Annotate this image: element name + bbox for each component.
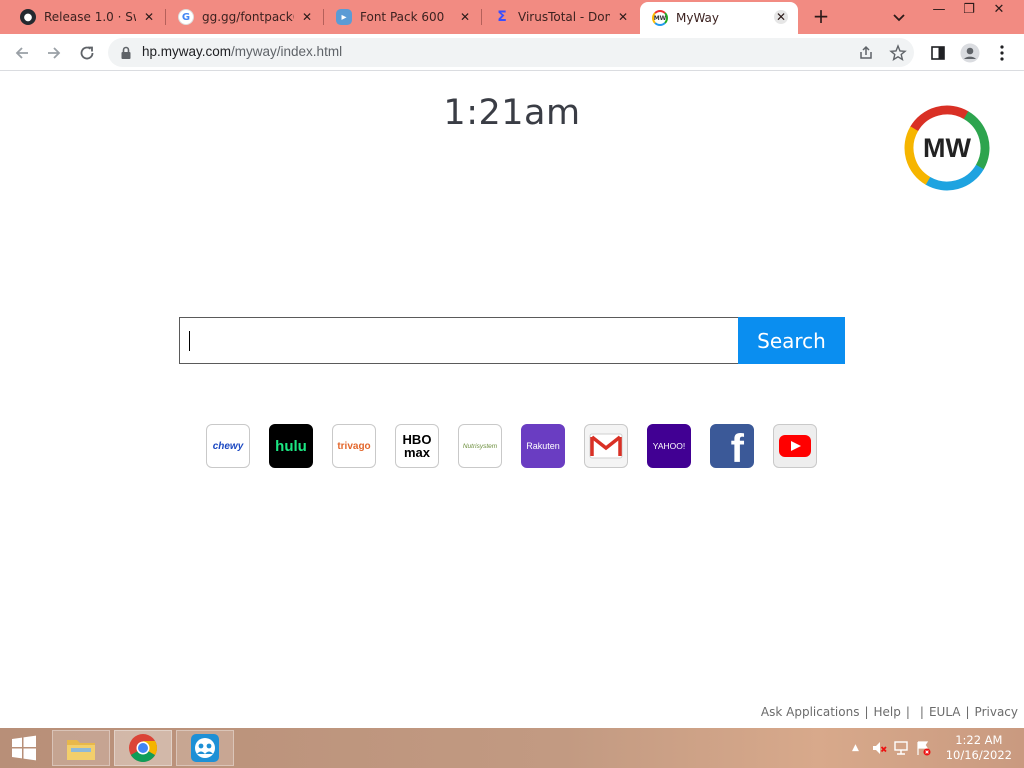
page-content: 1:21am MW Search chewy hulu trivago HBO … [0,71,1024,728]
taskbar-clock[interactable]: 1:22 AM 10/16/2022 [946,733,1012,763]
footer-link-privacy[interactable]: Privacy [975,705,1018,719]
tile-rakuten[interactable]: Rakuten [521,424,565,468]
address-bar[interactable]: hp.myway.com/myway/index.html [108,38,914,67]
tab-release[interactable]: ● Release 1.0 · Swa ✕ [8,0,166,34]
share-icon[interactable] [854,41,878,65]
back-icon[interactable] [10,41,34,65]
taskbar-time: 1:22 AM [955,733,1003,747]
side-panel-icon[interactable] [926,41,950,65]
tab-title: gg.gg/fontpack6 [202,10,294,24]
myway-icon: MW [652,10,668,26]
minimize-icon[interactable]: — [924,0,954,20]
clock-display: 1:21am [443,93,581,133]
folder-icon [67,740,95,760]
tab-gg[interactable]: G gg.gg/fontpack6 ✕ [166,0,324,34]
tile-hbomax[interactable]: HBO max [395,424,439,468]
tab-strip: ● Release 1.0 · Swa ✕ G gg.gg/fontpack6 … [0,0,1024,34]
virustotal-icon: Σ [497,9,507,25]
browser-toolbar: hp.myway.com/myway/index.html [0,34,1024,71]
windows-taskbar: ▲ 1:22 AM 10/16/2022 [0,728,1024,768]
google-icon: G [178,9,194,25]
search-button[interactable]: Search [738,317,845,364]
volume-muted-icon[interactable] [871,740,887,756]
tab-myway[interactable]: MW MyWay ✕ [640,2,798,34]
close-icon[interactable]: ✕ [142,10,156,24]
fontpack-icon: ▸ [336,9,352,25]
logo-text: MW [923,133,971,163]
tile-hulu[interactable]: hulu [269,424,313,468]
tray-expand-icon[interactable]: ▲ [852,743,859,753]
tab-title: VirusTotal - Dom [518,10,610,24]
tile-label: trivago [337,440,371,452]
youtube-icon [779,435,811,457]
taskbar-date: 10/16/2022 [945,748,1012,762]
lock-icon[interactable] [120,45,132,64]
restore-icon[interactable]: ❐ [954,0,984,20]
facebook-icon: f [730,427,744,468]
close-icon[interactable]: ✕ [300,10,314,24]
tile-yahoo[interactable]: YAHOO! [647,424,691,468]
url-text: hp.myway.com/myway/index.html [142,44,343,59]
tile-label: Nutrisystem [462,442,498,450]
action-center-flag-icon[interactable] [915,740,931,756]
bookmark-star-icon[interactable] [886,41,910,65]
tile-chewy[interactable]: chewy [206,424,250,468]
window-close-icon[interactable]: ✕ [984,0,1014,20]
windows-logo-icon [12,735,36,761]
footer-link-eula[interactable]: EULA [929,705,961,719]
search-form: Search [179,317,845,364]
people-app-taskbar-button[interactable] [176,730,234,766]
tile-nutrisystem[interactable]: Nutrisystem [458,424,502,468]
footer-link-help[interactable]: Help [874,705,901,719]
forward-icon[interactable] [42,41,66,65]
github-icon: ● [20,9,36,25]
close-icon[interactable]: ✕ [774,10,788,24]
gmail-icon [589,433,623,459]
search-input[interactable] [179,317,739,364]
tile-facebook[interactable]: f [710,424,754,468]
close-icon[interactable]: ✕ [616,10,630,24]
profile-avatar-icon[interactable] [958,41,982,65]
tile-trivago[interactable]: trivago [332,424,376,468]
tab-title: Release 1.0 · Swa [44,10,136,24]
tile-label: chewy [212,440,244,452]
tile-label: HBO max [402,432,432,460]
chrome-taskbar-button[interactable] [114,730,172,766]
tab-virustotal[interactable]: Σ VirusTotal - Dom ✕ [482,0,640,34]
tab-search-icon[interactable] [890,8,908,26]
system-tray: ▲ [852,728,931,768]
footer-link-ask-applications[interactable]: Ask Applications [761,705,860,719]
myway-logo[interactable]: MW [902,103,992,193]
people-icon [191,734,219,762]
new-tab-button[interactable]: + [810,6,832,28]
tab-fontpack[interactable]: ▸ Font Pack 600 ✕ [324,0,482,34]
close-icon[interactable]: ✕ [458,10,472,24]
reload-icon[interactable] [75,41,99,65]
shortcut-tiles: chewy hulu trivago HBO max Nutrisystem R… [206,424,846,468]
chrome-icon [129,734,157,762]
page-footer: Ask Applications | Help | | EULA | Privacy [760,705,1018,719]
tab-title: MyWay [676,11,720,25]
start-button[interactable] [0,728,48,768]
tile-youtube[interactable] [773,424,817,468]
tile-gmail[interactable] [584,424,628,468]
text-caret [189,331,190,351]
tab-title: Font Pack 600 [360,10,445,24]
menu-kebab-icon[interactable] [990,41,1014,65]
file-explorer-taskbar-button[interactable] [52,730,110,766]
tile-label: YAHOO! [652,441,686,451]
tile-label: hulu [275,437,307,455]
tile-label: Rakuten [526,441,560,451]
network-icon[interactable] [893,740,909,756]
